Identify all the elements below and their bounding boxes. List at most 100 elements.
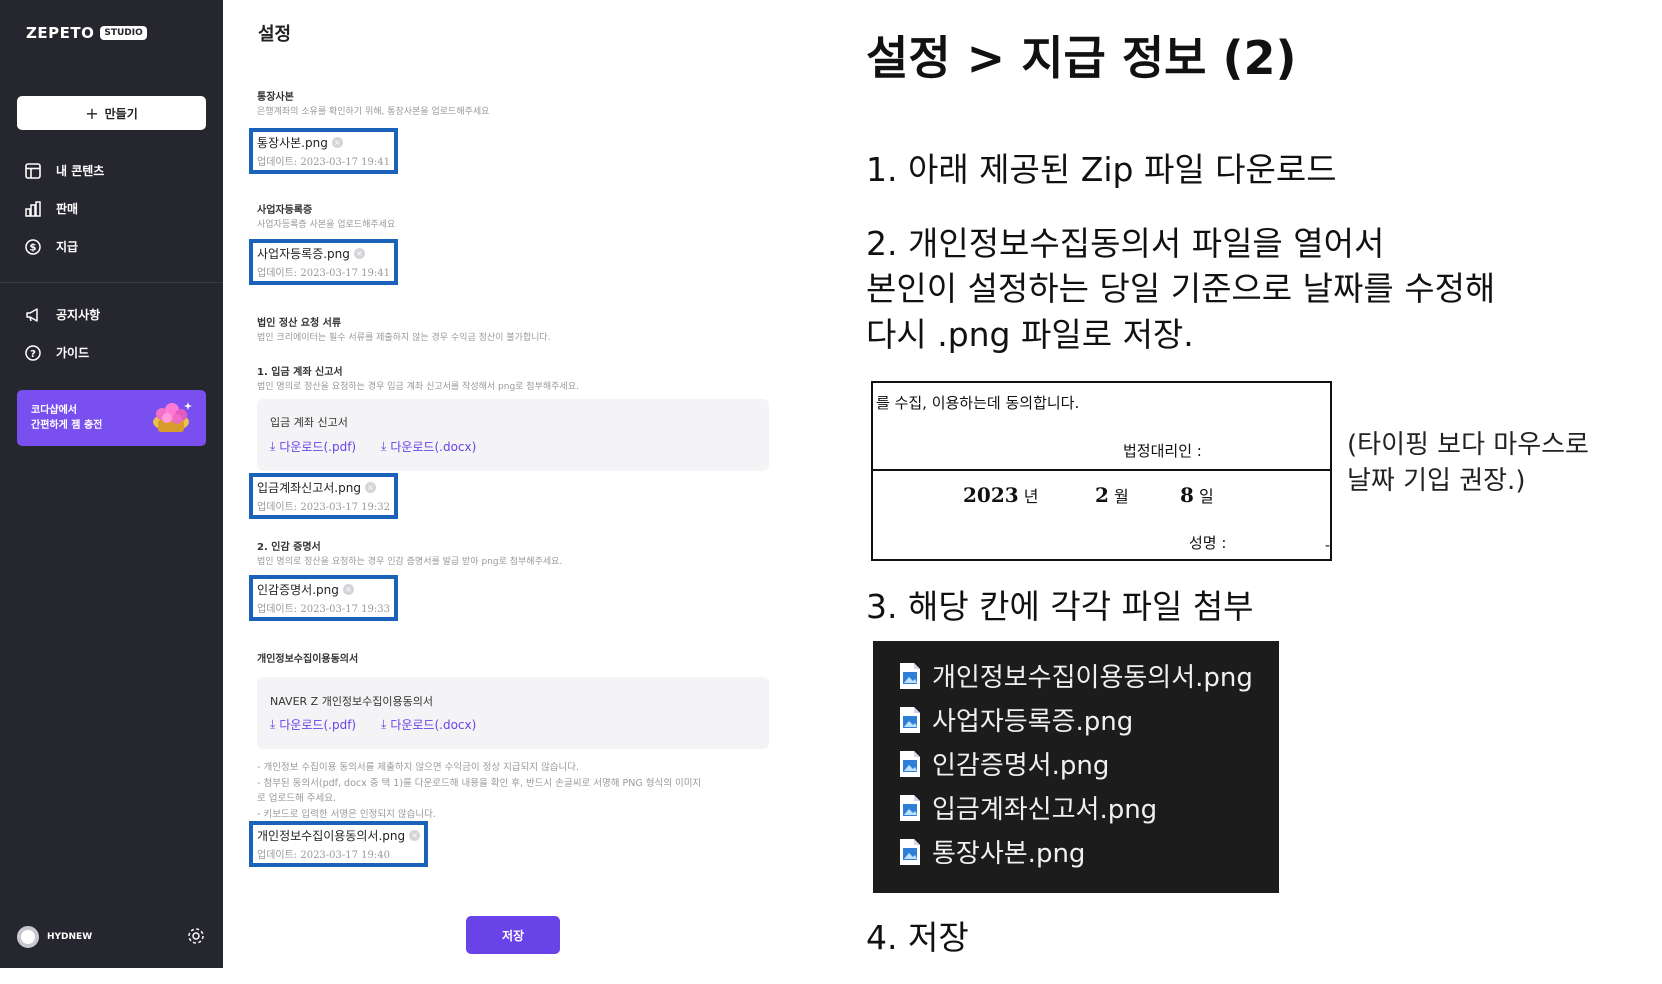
sidebar-item-label: 공지사항 xyxy=(56,308,101,322)
create-button[interactable]: + 만들기 xyxy=(17,96,206,130)
file-name: 개인정보수집이용동의서.png xyxy=(932,663,1253,693)
step-2-line-3: 다시 .png 파일로 저장. xyxy=(866,315,1194,354)
business-file[interactable]: 사업자등록증.png × 업데이트: 2023-03-17 19:41 xyxy=(249,239,399,285)
instructions-title: 설정 > 지급 정보 (2) xyxy=(866,31,1297,85)
guardian-label: 법정대리인 : xyxy=(1123,442,1202,460)
seal-section-title: 2. 인감 증명서 xyxy=(257,542,321,553)
explorer-file-item[interactable]: 사업자등록증.png xyxy=(899,701,1133,738)
download-pdf-label: 다운로드(.pdf) xyxy=(279,718,357,732)
svg-text:$: $ xyxy=(29,242,36,253)
file-name: 인감증명서.png xyxy=(257,583,339,597)
download-pdf-link[interactable]: ⤓ 다운로드(.pdf) xyxy=(270,716,356,733)
signature-label: 성명 : xyxy=(1189,534,1227,552)
zepeto-studio-logo[interactable]: ZEPETO STUDIO xyxy=(26,24,147,42)
privacy-section-title: 개인정보수집이용동의서 xyxy=(257,654,359,665)
explorer-file-item[interactable]: 입금계좌신고서.png xyxy=(899,789,1157,826)
image-file-icon xyxy=(899,838,921,866)
logo-badge: STUDIO xyxy=(100,26,147,40)
sidebar-item-my-content[interactable]: 내 콘텐츠 xyxy=(24,162,104,179)
handwritten-month: 2 xyxy=(1095,483,1109,507)
sidebar-item-payout[interactable]: $ 지급 xyxy=(24,238,78,255)
download-icon: ⤓ xyxy=(270,717,276,731)
handwritten-year: 2023 xyxy=(963,483,1019,507)
seal-file[interactable]: 인감증명서.png × 업데이트: 2023-03-17 19:33 xyxy=(249,575,399,621)
remove-file-icon[interactable]: × xyxy=(364,482,376,493)
business-section-title: 사업자등록증 xyxy=(257,205,313,216)
treasure-chest-icon xyxy=(148,398,194,438)
file-name: 통장사본.png xyxy=(257,136,328,150)
avatar xyxy=(17,926,39,948)
form-edge-mark: ‐ xyxy=(1324,538,1330,554)
corp-section-title: 법인 정산 요청 서류 xyxy=(257,318,342,329)
consent-text: 를 수집, 이용하는데 동의합니다. xyxy=(876,394,1080,412)
file-updated-date: 업데이트: 2023-03-17 19:41 xyxy=(257,157,391,168)
explorer-file-item[interactable]: 개인정보수집이용동의서.png xyxy=(899,657,1253,694)
banner-text: 코다샵에서 간편하게 젬 충전 xyxy=(31,405,103,431)
download-pdf-label: 다운로드(.pdf) xyxy=(279,440,357,454)
step-2-line-1: 2. 개인정보수집동의서 파일을 열어서 xyxy=(866,224,1385,263)
download-docx-link[interactable]: ⤓ 다운로드(.docx) xyxy=(381,438,476,455)
svg-text:?: ? xyxy=(30,349,36,360)
deposit-section-desc: 법인 명의로 정산을 요청하는 경우 입금 계좌 신고서를 작성해서 png로 … xyxy=(257,382,579,392)
download-docx-link[interactable]: ⤓ 다운로드(.docx) xyxy=(381,716,476,733)
privacy-file[interactable]: 개인정보수집이용동의서.png × 업데이트: 2023-03-17 19:40 xyxy=(249,821,429,867)
file-name: 인감증명서.png xyxy=(932,751,1110,781)
create-button-label: 만들기 xyxy=(104,106,138,121)
year-field: 2023 년 xyxy=(963,483,1039,507)
bankbook-file[interactable]: 통장사본.png × 업데이트: 2023-03-17 19:41 xyxy=(249,128,399,174)
sidebar-item-label: 지급 xyxy=(56,240,79,254)
remove-file-icon[interactable]: × xyxy=(353,248,365,259)
sidebar-item-label: 내 콘텐츠 xyxy=(56,164,105,178)
sidebar-divider xyxy=(0,282,223,283)
download-box-title: NAVER Z 개인정보수집이용동의서 xyxy=(270,695,434,708)
year-label: 년 xyxy=(1023,487,1039,506)
image-file-icon xyxy=(899,794,921,822)
download-docx-label: 다운로드(.docx) xyxy=(390,718,477,732)
save-button[interactable]: 저장 xyxy=(466,916,560,954)
bankbook-section-desc: 은행계좌의 소유를 확인하기 위해, 통장사본을 업로드해주세요 xyxy=(257,107,490,117)
user-profile[interactable]: HYDNEW xyxy=(17,926,92,948)
bar-chart-icon xyxy=(24,200,41,217)
gear-icon[interactable] xyxy=(187,927,205,945)
file-updated-date: 업데이트: 2023-03-17 19:32 xyxy=(257,502,391,513)
deposit-file[interactable]: 입금계좌신고서.png × 업데이트: 2023-03-17 19:32 xyxy=(249,473,399,519)
sidebar-item-label: 판매 xyxy=(56,202,79,216)
seal-section-desc: 법인 명의로 정산을 요청하는 경우 인감 증명서를 발급 받아 png로 첨부… xyxy=(257,557,563,567)
step-4: 4. 저장 xyxy=(866,918,969,957)
form-divider xyxy=(873,469,1330,471)
file-name: 입금계좌신고서.png xyxy=(932,795,1158,825)
explorer-file-item[interactable]: 인감증명서.png xyxy=(899,745,1109,782)
download-pdf-link[interactable]: ⤓ 다운로드(.pdf) xyxy=(270,438,356,455)
sidebar-item-sales[interactable]: 판매 xyxy=(24,200,78,217)
mouse-input-note: (타이핑 보다 마우스로 날짜 기입 권장.) xyxy=(1347,430,1589,496)
remove-file-icon[interactable]: × xyxy=(409,830,421,841)
step-1: 1. 아래 제공된 Zip 파일 다운로드 xyxy=(866,150,1337,189)
file-name: 사업자등록증.png xyxy=(257,247,350,261)
file-updated-date: 업데이트: 2023-03-17 19:41 xyxy=(257,268,391,279)
image-file-icon xyxy=(899,662,921,690)
day-label: 일 xyxy=(1199,487,1214,506)
remove-file-icon[interactable]: × xyxy=(331,137,343,148)
deposit-section-title: 1. 입금 계좌 신고서 xyxy=(257,367,343,378)
sidebar-item-guide[interactable]: ? 가이드 xyxy=(24,344,89,361)
file-name: 통장사본.png xyxy=(932,839,1086,869)
remove-file-icon[interactable]: × xyxy=(342,584,354,595)
privacy-notes: - 개인정보 수집이용 동의서를 제출하지 않으면 수익금이 정상 지급되지 않… xyxy=(257,762,702,820)
explorer-file-item[interactable]: 통장사본.png xyxy=(899,833,1085,870)
page-title: 설정 xyxy=(258,24,292,45)
gem-charge-banner[interactable]: 코다샵에서 간편하게 젬 충전 xyxy=(17,390,206,446)
plus-icon: + xyxy=(85,103,99,123)
file-name: 입금계좌신고서.png xyxy=(257,481,361,495)
help-circle-icon: ? xyxy=(24,344,41,361)
sidebar-item-notices[interactable]: 공지사항 xyxy=(24,306,100,323)
layout-icon xyxy=(24,162,41,179)
logo-text: ZEPETO xyxy=(26,24,95,42)
file-name: 사업자등록증.png xyxy=(932,707,1134,737)
megaphone-icon xyxy=(24,306,41,323)
image-file-icon xyxy=(899,750,921,778)
month-label: 월 xyxy=(1114,487,1129,506)
file-updated-date: 업데이트: 2023-03-17 19:33 xyxy=(257,604,391,615)
dollar-circle-icon: $ xyxy=(24,238,41,255)
day-field: 8 일 xyxy=(1180,483,1214,507)
file-list-screenshot: 개인정보수집이용동의서.png 사업자등록증.png 인감증명서.png 입금계… xyxy=(873,641,1279,893)
